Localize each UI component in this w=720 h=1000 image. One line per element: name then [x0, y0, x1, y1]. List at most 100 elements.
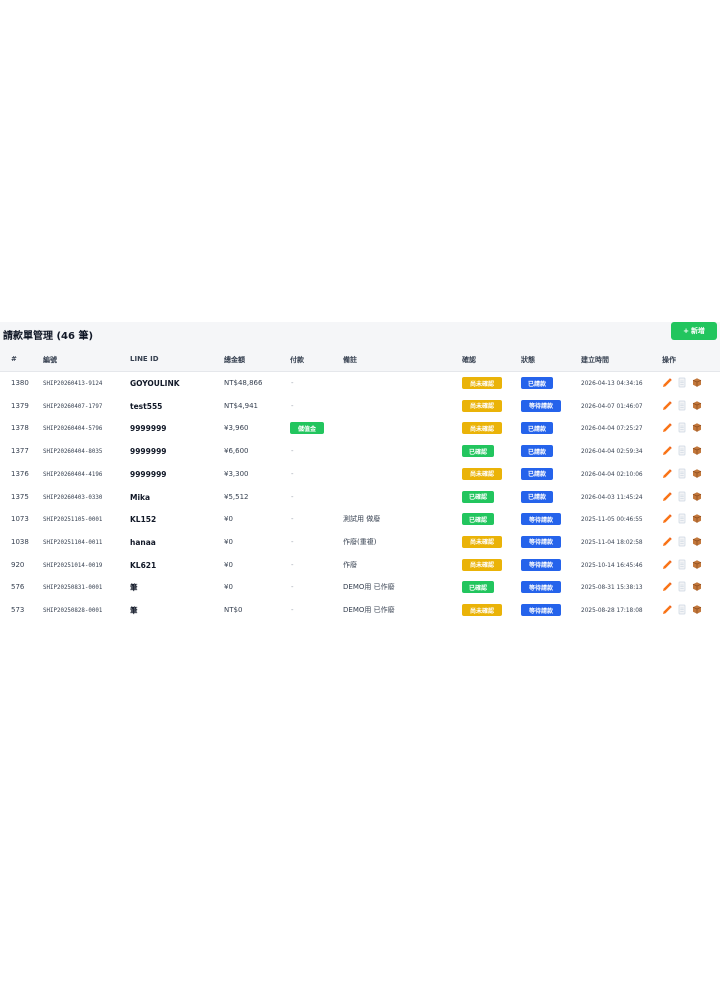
row-actions — [662, 559, 702, 570]
line-id: 9999999 — [130, 447, 167, 457]
billing-status-badge: 等待請款 — [521, 513, 561, 526]
confirm-status-badge[interactable]: 尚未確認 — [462, 558, 502, 571]
invoice-code: SHIP20250831-0001 — [43, 585, 103, 592]
document-icon[interactable] — [677, 491, 687, 502]
line-id: KL621 — [130, 560, 157, 570]
row-actions — [662, 468, 702, 479]
document-icon[interactable] — [677, 581, 687, 592]
edit-pencil-icon[interactable] — [662, 400, 672, 411]
package-box-icon[interactable] — [692, 559, 702, 570]
confirm-status-badge[interactable]: 尚未確認 — [462, 467, 502, 480]
table-row[interactable]: 1380 SHIP20260413-9124 GOYOULINK NT$48,866 -… — [0, 372, 720, 396]
table-row[interactable]: 1375 SHIP20260403-0330 Mika ¥5,512 - 已確認 已請款 20… — [0, 485, 720, 510]
note-text: 作廢 — [343, 560, 357, 569]
table-row[interactable]: 1038 SHIP20251104-0011 hanaa ¥0 - 作廢(重複) 尚未確認 等… — [0, 530, 720, 555]
document-icon[interactable] — [677, 445, 687, 456]
invoice-code: SHIP20251014-0019 — [43, 562, 103, 569]
row-actions — [662, 491, 702, 502]
created-time: 2026-04-03 11:45:24 — [581, 494, 643, 501]
column-header-status: 狀態 — [521, 356, 535, 364]
confirm-status-badge[interactable]: 尚未確認 — [462, 377, 502, 389]
document-icon[interactable] — [677, 559, 687, 570]
created-time: 2025-11-04 18:02:58 — [581, 539, 643, 546]
confirm-status-badge[interactable]: 尚未確認 — [462, 604, 502, 616]
row-index: 1376 — [11, 469, 29, 478]
confirm-status-badge[interactable]: 已確認 — [462, 445, 494, 458]
document-icon[interactable] — [677, 422, 687, 433]
row-index: 1380 — [11, 379, 29, 387]
table-row[interactable]: 1073 SHIP20251105-0001 KL152 ¥0 - 測試用 做廢 已確認 等待… — [0, 508, 720, 533]
edit-pencil-icon[interactable] — [662, 468, 672, 479]
invoice-code: SHIP20260404-4196 — [43, 471, 103, 478]
document-icon[interactable] — [677, 536, 687, 547]
table-row[interactable]: 920 SHIP20251014-0019 KL621 ¥0 - 作廢 尚未確認 等待請款 20… — [0, 553, 720, 578]
package-box-icon[interactable] — [692, 377, 702, 388]
package-box-icon[interactable] — [692, 513, 702, 524]
package-box-icon[interactable] — [692, 581, 702, 592]
invoice-code: SHIP20251105-0001 — [43, 517, 103, 524]
created-time: 2025-08-31 15:38:13 — [581, 585, 643, 592]
total-amount: ¥5,512 — [224, 492, 249, 501]
plus-icon: + — [683, 327, 689, 335]
confirm-status-badge[interactable]: 尚未確認 — [462, 422, 502, 435]
billing-status-badge: 已請款 — [521, 445, 553, 458]
document-icon[interactable] — [677, 604, 687, 615]
edit-pencil-icon[interactable] — [662, 536, 672, 547]
row-index: 573 — [11, 606, 25, 614]
edit-pencil-icon[interactable] — [662, 491, 672, 502]
edit-pencil-icon[interactable] — [662, 445, 672, 456]
package-box-icon[interactable] — [692, 468, 702, 479]
total-amount: ¥3,300 — [224, 469, 249, 478]
table-row[interactable]: 1377 SHIP20260404-8035 9999999 ¥6,600 - 已確認 已請… — [0, 440, 720, 465]
line-id: 筆 — [130, 606, 138, 615]
invoice-code: SHIP20260404-5796 — [43, 426, 103, 433]
created-time: 2026-04-04 07:25:27 — [581, 426, 643, 433]
payment-value: - — [291, 560, 294, 569]
line-id: test555 — [130, 401, 163, 411]
created-time: 2026-04-13 04:34:16 — [581, 381, 643, 387]
confirm-status-badge[interactable]: 已確認 — [462, 490, 494, 503]
package-box-icon[interactable] — [692, 422, 702, 433]
table-row[interactable]: 1379 SHIP20260407-1797 test555 NT$4,941 - 尚未確… — [0, 394, 720, 419]
total-amount: ¥0 — [224, 515, 233, 524]
package-box-icon[interactable] — [692, 536, 702, 547]
edit-pencil-icon[interactable] — [662, 604, 672, 615]
package-box-icon[interactable] — [692, 604, 702, 615]
table-row[interactable]: 573 SHIP20250828-0001 筆 NT$0 - DEMO用 已作廢 尚未確認 等… — [0, 599, 720, 620]
line-id: KL152 — [130, 515, 157, 525]
table-row[interactable]: 576 SHIP20250831-0001 筆 ¥0 - DEMO用 已作廢 已確認 等待請款… — [0, 576, 720, 601]
row-index: 1379 — [11, 401, 29, 410]
billing-status-badge: 已請款 — [521, 422, 553, 435]
package-box-icon[interactable] — [692, 445, 702, 456]
document-icon[interactable] — [677, 513, 687, 524]
edit-pencil-icon[interactable] — [662, 559, 672, 570]
total-amount: ¥6,600 — [224, 447, 249, 456]
column-header-amount: 總金額 — [224, 356, 245, 364]
edit-pencil-icon[interactable] — [662, 422, 672, 433]
edit-pencil-icon[interactable] — [662, 513, 672, 524]
edit-pencil-icon[interactable] — [662, 581, 672, 592]
payment-value: - — [291, 515, 294, 524]
document-icon[interactable] — [677, 468, 687, 479]
created-time: 2026-04-04 02:59:34 — [581, 449, 643, 456]
confirm-status-badge[interactable]: 尚未確認 — [462, 399, 502, 412]
edit-pencil-icon[interactable] — [662, 377, 672, 388]
total-amount: NT$0 — [224, 606, 243, 614]
add-invoice-button[interactable]: + 新增 — [671, 322, 717, 340]
created-time: 2026-04-07 01:46:07 — [581, 403, 643, 410]
created-time: 2025-08-28 17:18:08 — [581, 608, 643, 614]
table-row[interactable]: 1378 SHIP20260404-5796 9999999 ¥3,960 儲值金 尚未確… — [0, 417, 720, 442]
confirm-status-badge[interactable]: 已確認 — [462, 513, 494, 526]
table-row[interactable]: 1376 SHIP20260404-4196 9999999 ¥3,300 - 尚未確認 已… — [0, 462, 720, 487]
row-index: 1073 — [11, 515, 29, 524]
confirm-status-badge[interactable]: 已確認 — [462, 581, 494, 594]
package-box-icon[interactable] — [692, 491, 702, 502]
package-box-icon[interactable] — [692, 400, 702, 411]
panel-header: 請款單管理 (46 筆) + 新增 — [0, 322, 720, 349]
column-header-code: 編號 — [43, 356, 57, 364]
document-icon[interactable] — [677, 400, 687, 411]
column-header-index: # — [11, 355, 17, 363]
confirm-status-badge[interactable]: 尚未確認 — [462, 535, 502, 548]
payment-value: - — [291, 583, 294, 592]
document-icon[interactable] — [677, 377, 687, 388]
